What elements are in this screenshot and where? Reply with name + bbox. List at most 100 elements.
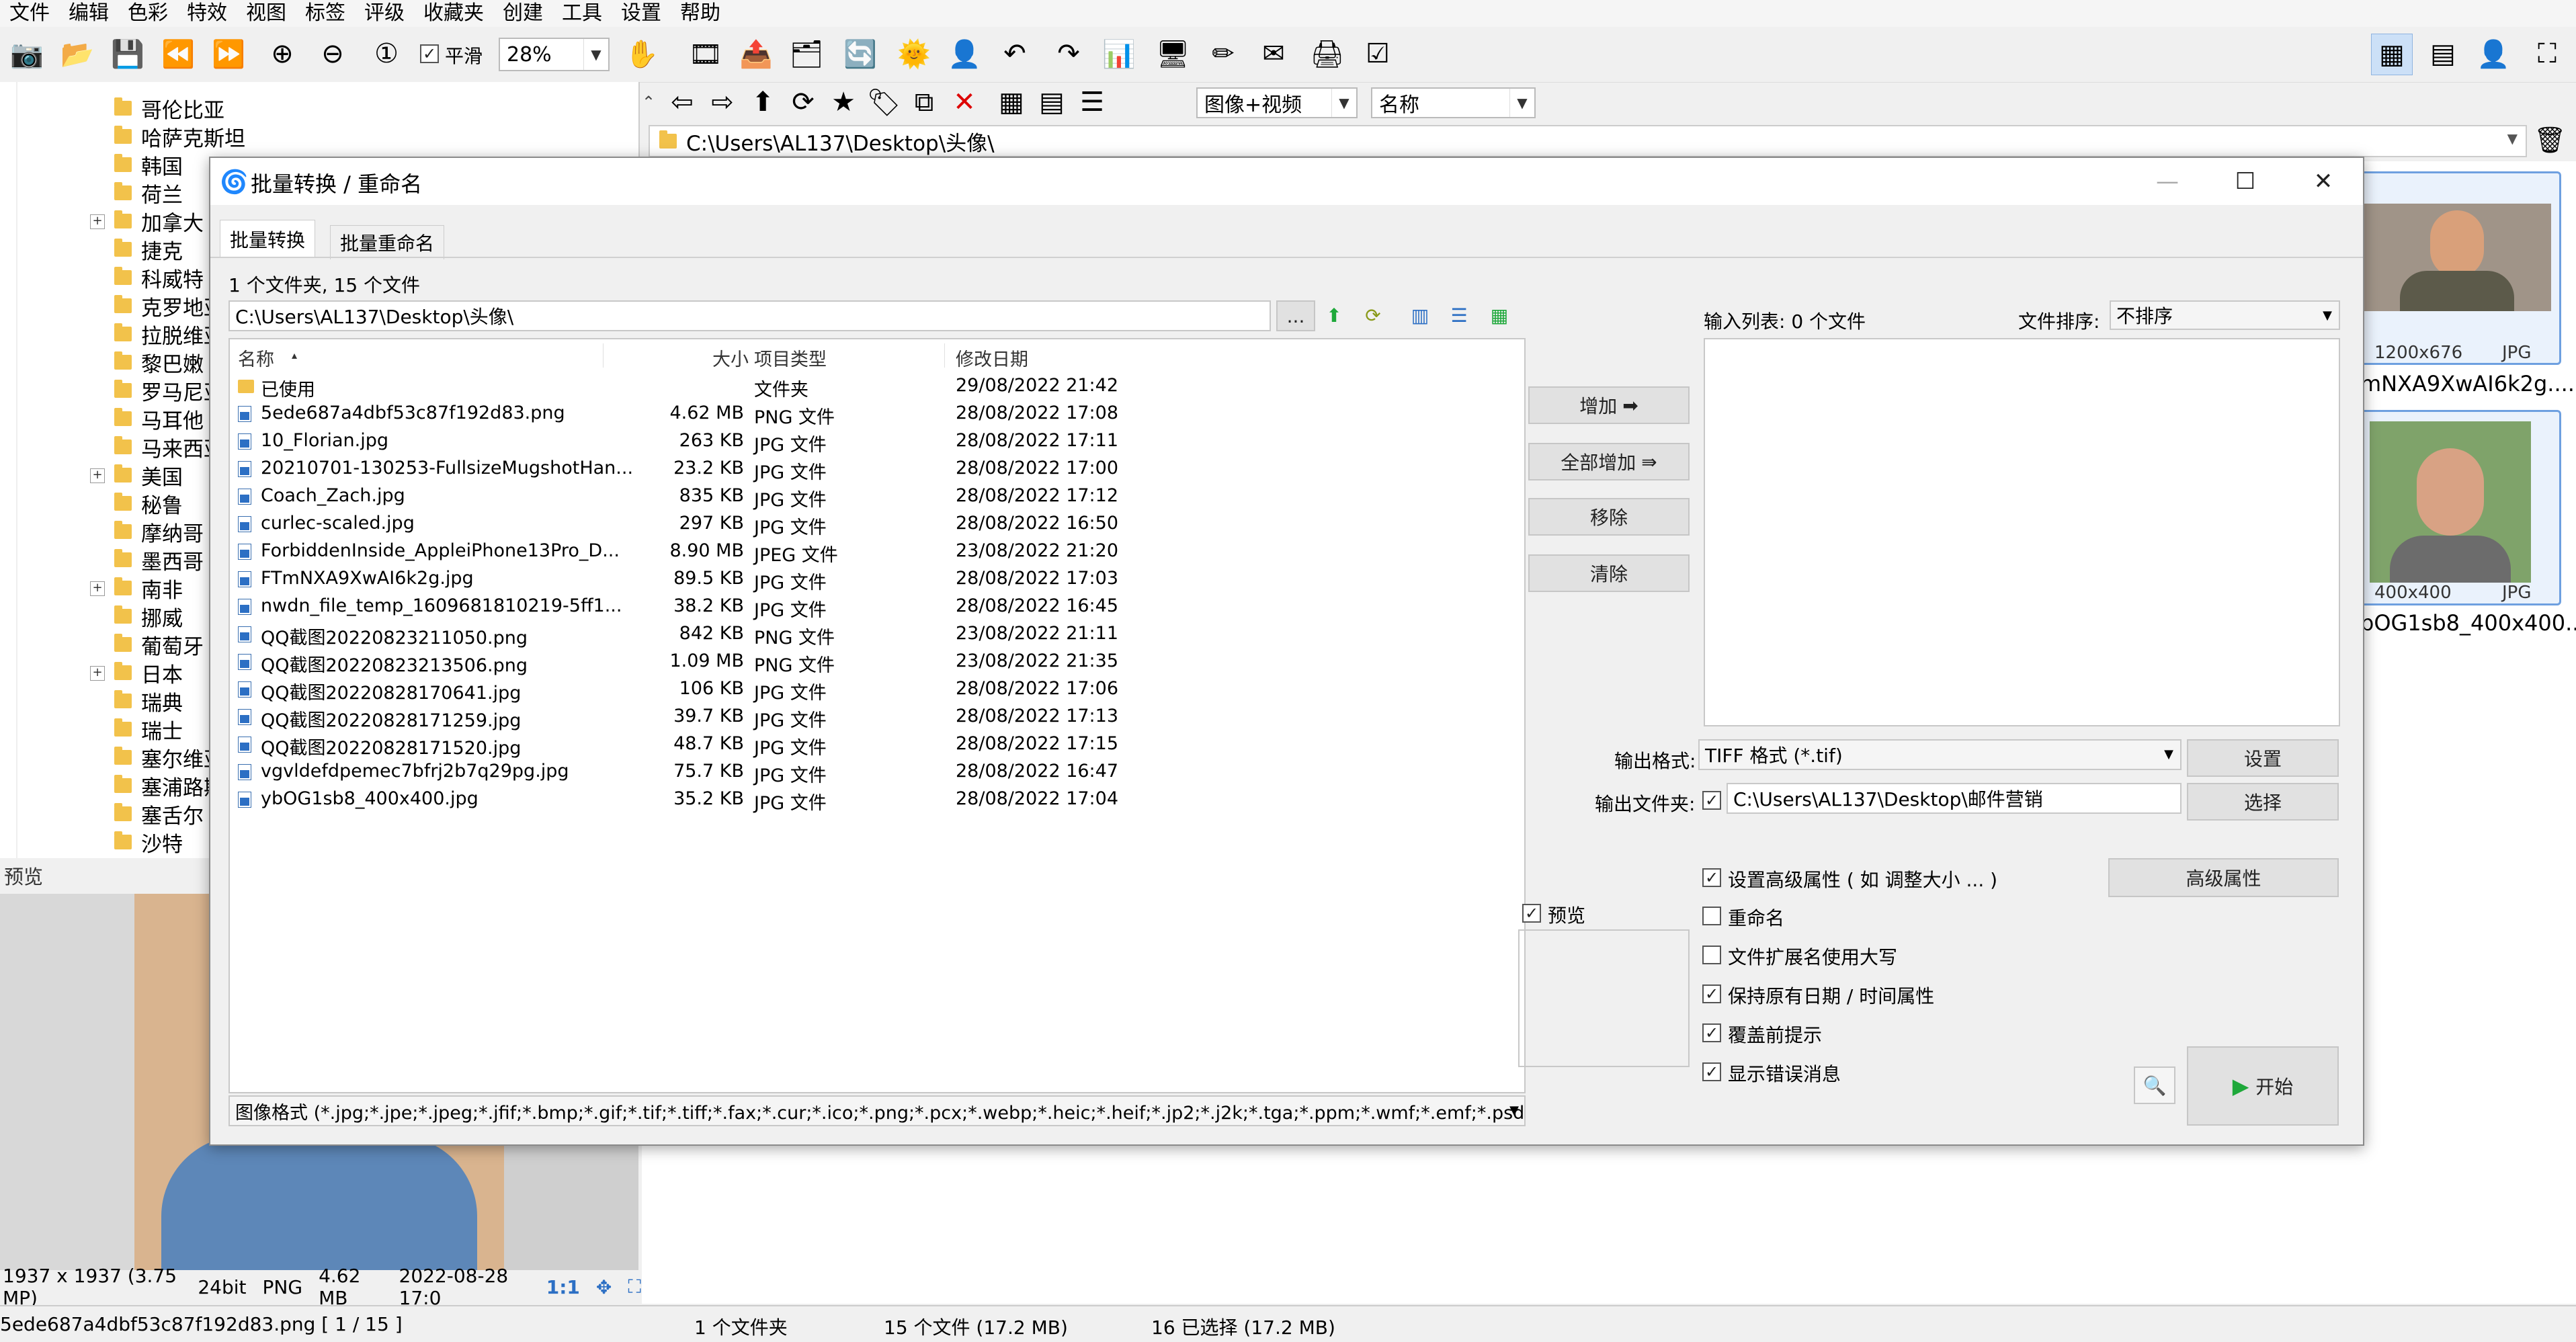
actual-size-icon[interactable]: ① (366, 34, 407, 74)
menu-item[interactable]: 评级 (355, 0, 414, 27)
file-row[interactable]: 已使用 文件夹 29/08/2022 21:42 (230, 372, 1524, 401)
tree-item[interactable]: 科威特 (114, 263, 204, 292)
file-row[interactable]: QQ截图20220828171520.jpg 48.7 KB JPG 文件 28/08… (230, 730, 1524, 759)
user-view-icon[interactable]: 👤 (2473, 34, 2513, 74)
tree-item[interactable]: 拉脱维亚 (114, 320, 224, 349)
chevron-down-icon[interactable]: ▼ (1331, 89, 1356, 117)
crop-icon[interactable]: 🗂 (786, 34, 827, 74)
tree-item[interactable]: 斯洛伐克 (114, 856, 224, 858)
maximize-icon[interactable]: ☐ (2206, 158, 2284, 205)
file-row[interactable]: QQ截图20220828170641.jpg 106 KB JPG 文件 28/08/… (230, 675, 1524, 704)
list-icon[interactable]: ☰ (1446, 302, 1472, 329)
favorite-icon[interactable]: ★ (823, 82, 864, 122)
tree-item[interactable]: 秘鲁 (114, 489, 183, 518)
advanced-button[interactable]: 高级属性 (2108, 858, 2339, 897)
details-view-icon[interactable]: ▤ (2423, 34, 2463, 74)
person-icon[interactable]: 👤 (944, 34, 985, 74)
email-icon[interactable]: ✉ (1253, 34, 1294, 74)
print-icon[interactable]: 🖨 (1307, 34, 1347, 74)
thumbnail-card[interactable]: 1200x676 JPG (2356, 171, 2561, 365)
add-button[interactable]: 增加 ➡ (1528, 386, 1690, 424)
expand-icon[interactable]: + (90, 214, 105, 229)
dialog-title-bar[interactable]: 🌀 批量转换 / 重命名 — ☐ ✕ (210, 158, 2363, 205)
chevron-down-icon[interactable]: ▼ (2323, 308, 2332, 323)
file-filter-combo[interactable]: 图像格式 (*.jpg;*.jpe;*.jpeg;*.jfif;*.bmp;*.… (228, 1095, 1526, 1126)
smooth-checkbox[interactable]: ✓ (420, 44, 439, 63)
columns-icon[interactable]: ▥ (1407, 302, 1434, 329)
file-row[interactable]: ForbiddenInside_AppleiPhone13Pro_D... 8.9… (230, 537, 1524, 566)
file-sort-combo[interactable]: 不排序 ▼ (2110, 300, 2340, 330)
file-row[interactable]: Coach_Zach.jpg 835 KB JPG 文件 28/08/2022 17:… (230, 482, 1524, 511)
tree-item[interactable]: 塞尔维亚 (114, 743, 224, 772)
thumbnail-card[interactable]: 400x400 JPG (2356, 410, 2561, 605)
column-date[interactable]: 修改日期 (956, 345, 1028, 371)
rotate-left-icon[interactable]: ↶ (995, 34, 1035, 74)
tree-item[interactable]: 罗马尼亚 (114, 376, 224, 405)
camera-icon[interactable]: 📷 (7, 34, 47, 74)
capture-icon[interactable]: 🖥 (1153, 34, 1193, 74)
output-format-combo[interactable]: TIFF 格式 (*.tif) ▼ (1698, 739, 2182, 770)
tree-item[interactable]: 沙特 (114, 828, 183, 857)
tree-item[interactable]: 荷兰 (114, 179, 183, 208)
column-size[interactable]: 大小 (712, 345, 749, 371)
forward-icon[interactable]: ⇨ (702, 82, 743, 122)
tree-item[interactable]: 加拿大 (114, 207, 204, 236)
menu-item[interactable]: 特效 (177, 0, 237, 27)
trash-icon[interactable]: 🗑 (2534, 125, 2566, 155)
checklist-icon[interactable]: ☑ (1358, 34, 1398, 74)
file-row[interactable]: 10_Florian.jpg 263 KB JPG 文件 28/08/2022 17:… (230, 427, 1524, 456)
tree-item[interactable]: 塞舌尔 (114, 800, 204, 829)
fit-icon[interactable]: ✥ (596, 1276, 612, 1298)
output-folder-input[interactable]: C:\Users\AL137\Desktop\邮件营销 (1727, 783, 2182, 814)
menu-item[interactable]: 色彩 (118, 0, 177, 27)
up-folder-icon[interactable]: ⬆ (1321, 302, 1347, 329)
file-row[interactable]: QQ截图20220828171259.jpg 39.7 KB JPG 文件 28/08… (230, 702, 1524, 731)
tree-item[interactable]: 摩纳哥 (114, 517, 204, 546)
tab-batch-rename[interactable]: 批量重命名 (330, 225, 445, 259)
input-list[interactable] (1704, 338, 2340, 726)
option-checkbox[interactable]: ✓ (1702, 1023, 1721, 1042)
add-all-button[interactable]: 全部增加 ⇛ (1528, 443, 1690, 480)
collapse-icon[interactable]: ⌃ (642, 93, 655, 112)
file-row[interactable]: 5ede687a4dbf53c87f192d83.png 4.62 MB PNG 文… (230, 399, 1524, 428)
tree-item[interactable]: 美国 (114, 461, 183, 490)
delete-icon[interactable]: ✕ (944, 82, 985, 122)
up-folder-icon[interactable]: ⬆ (743, 82, 783, 122)
chevron-down-icon[interactable]: ▼ (2164, 747, 2173, 761)
clear-button[interactable]: 清除 (1528, 554, 1690, 592)
option-checkbox[interactable]: ✓ (1702, 868, 1721, 887)
menu-item[interactable]: 设置 (612, 0, 671, 27)
menu-item[interactable]: 创建 (493, 0, 552, 27)
start-button[interactable]: ▶ 开始 (2187, 1046, 2339, 1126)
fullscreen-preview-icon[interactable]: ⛶ (628, 1275, 641, 1298)
path-bar[interactable]: C:\Users\AL137\Desktop\头像\ ▼ (649, 125, 2527, 157)
refresh-icon[interactable]: ⟳ (1360, 302, 1386, 329)
zoom-out-icon[interactable]: ⊖ (313, 34, 353, 74)
tree-item[interactable]: 克罗地亚 (114, 292, 224, 321)
refresh-icon[interactable]: ⟳ (783, 82, 823, 122)
tree-item[interactable]: 哈萨克斯坦 (114, 122, 245, 151)
option-checkbox[interactable]: ✓ (1702, 1062, 1721, 1081)
column-type[interactable]: 项目类型 (754, 345, 827, 371)
tree-item[interactable]: 哥伦比亚 (114, 94, 224, 123)
view-mode-combo[interactable]: 图像+视频 ▼ (1196, 87, 1358, 118)
rotate-right-icon[interactable]: ↷ (1048, 34, 1089, 74)
column-name[interactable]: 名称 (238, 345, 274, 371)
sort-combo[interactable]: 名称 ▼ (1371, 87, 1536, 118)
file-row[interactable]: QQ截图20220823211050.png 842 KB PNG 文件 23/08/… (230, 620, 1524, 648)
remove-button[interactable]: 移除 (1528, 498, 1690, 536)
file-row[interactable]: vgvldefdpemec7bfrj2b7q29pg.jpg 75.7 KB JPG… (230, 757, 1524, 786)
tree-item[interactable]: 日本 (114, 659, 183, 687)
menu-item[interactable]: 工具 (552, 0, 612, 27)
preview-checkbox[interactable]: ✓ (1522, 904, 1541, 923)
expand-icon[interactable]: + (90, 468, 105, 483)
menu-item[interactable]: 收藏夹 (414, 0, 493, 27)
expand-icon[interactable]: + (90, 581, 105, 596)
thumb-caption[interactable]: mNXA9XwAI6k2g.... (2360, 371, 2575, 396)
output-folder-checkbox[interactable]: ✓ (1702, 791, 1721, 810)
grid-icon[interactable]: ▦ (991, 82, 1032, 122)
chevron-down-icon[interactable]: ▼ (1509, 89, 1534, 117)
thumbnail-view-icon[interactable]: ▦ (2371, 34, 2413, 75)
histogram-icon[interactable]: 📊 (1099, 34, 1139, 74)
source-path-input[interactable]: C:\Users\AL137\Desktop\头像\ (228, 300, 1271, 331)
